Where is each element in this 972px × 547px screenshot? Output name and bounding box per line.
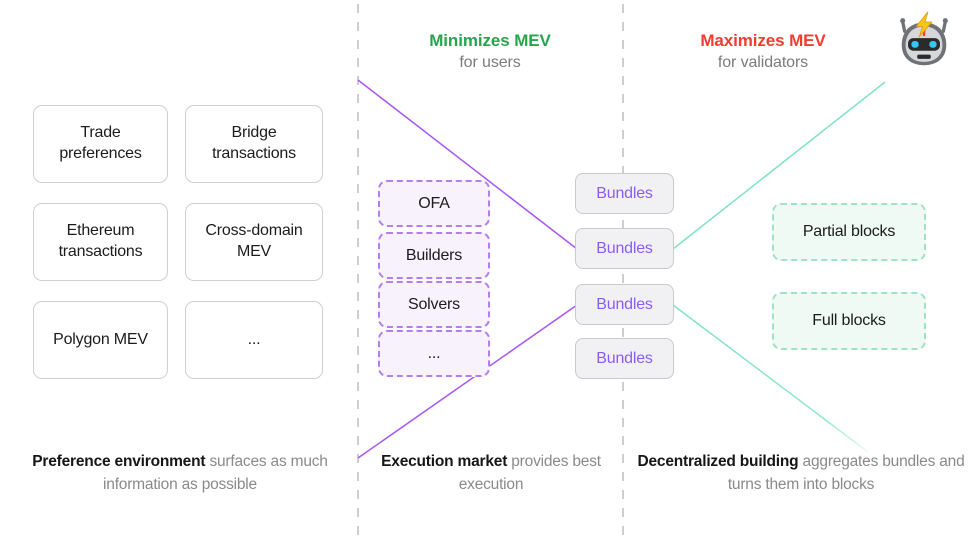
block-box-full-blocks[interactable]: Full blocks: [772, 292, 926, 350]
pref-box-more[interactable]: ...: [185, 301, 323, 379]
pref-box-ethereum-transactions[interactable]: Ethereum transactions: [33, 203, 168, 281]
exec-box-label: OFA: [418, 194, 450, 212]
header-maximizes-mev: Maximizes MEV for validators: [663, 30, 863, 74]
caption-left-bold: Preference environment: [32, 453, 206, 470]
header-minimizes-title: Minimizes MEV: [429, 31, 551, 50]
bundle-box-2[interactable]: Bundles: [575, 228, 674, 269]
bundle-box-3[interactable]: Bundles: [575, 284, 674, 325]
pref-box-polygon-mev[interactable]: Polygon MEV: [33, 301, 168, 379]
bundle-box-label: Bundles: [596, 295, 653, 313]
exec-box-builders[interactable]: Builders: [378, 232, 490, 279]
block-box-partial-blocks[interactable]: Partial blocks: [772, 203, 926, 261]
exec-box-label: ...: [427, 344, 441, 362]
caption-preference-environment: Preference environment surfaces as much …: [8, 450, 352, 497]
diagram-canvas: Minimizes MEV for users Maximizes MEV fo…: [0, 0, 972, 547]
bundle-box-label: Bundles: [596, 239, 653, 257]
bundle-box-label: Bundles: [596, 184, 653, 202]
exec-box-more[interactable]: ...: [378, 330, 490, 377]
header-maximizes-subtitle: for validators: [717, 54, 809, 72]
exec-box-solvers[interactable]: Solvers: [378, 281, 490, 328]
pref-box-label: ...: [247, 330, 261, 348]
header-maximizes-title: Maximizes MEV: [700, 31, 826, 50]
pref-box-label: Bridge transactions: [212, 124, 296, 162]
pref-box-cross-domain-mev[interactable]: Cross-domain MEV: [185, 203, 323, 281]
header-minimizes-subtitle: for users: [459, 54, 521, 72]
pref-box-label: Ethereum transactions: [58, 222, 143, 260]
caption-decentralized-building: Decentralized building aggregates bundle…: [636, 450, 966, 497]
bundle-box-label: Bundles: [596, 349, 653, 367]
bundle-box-1[interactable]: Bundles: [575, 173, 674, 214]
block-box-label: Partial blocks: [802, 223, 896, 240]
exec-box-label: Solvers: [408, 295, 460, 313]
robot-icon: [900, 11, 948, 66]
pref-box-label: Trade preferences: [59, 124, 142, 162]
pref-box-bridge-transactions[interactable]: Bridge transactions: [185, 105, 323, 183]
block-box-label: Full blocks: [812, 312, 886, 329]
pref-box-label: Polygon MEV: [53, 330, 148, 348]
caption-execution-market: Execution market provides best execution: [368, 450, 614, 497]
caption-middle-bold: Execution market: [381, 453, 508, 470]
caption-right-bold: Decentralized building: [637, 453, 799, 470]
exec-box-ofa[interactable]: OFA: [378, 180, 490, 227]
bundle-box-4[interactable]: Bundles: [575, 338, 674, 379]
pref-box-label: Cross-domain MEV: [205, 222, 303, 260]
pref-box-trade-preferences[interactable]: Trade preferences: [33, 105, 168, 183]
header-minimizes-mev: Minimizes MEV for users: [390, 30, 590, 74]
exec-box-label: Builders: [405, 246, 463, 264]
